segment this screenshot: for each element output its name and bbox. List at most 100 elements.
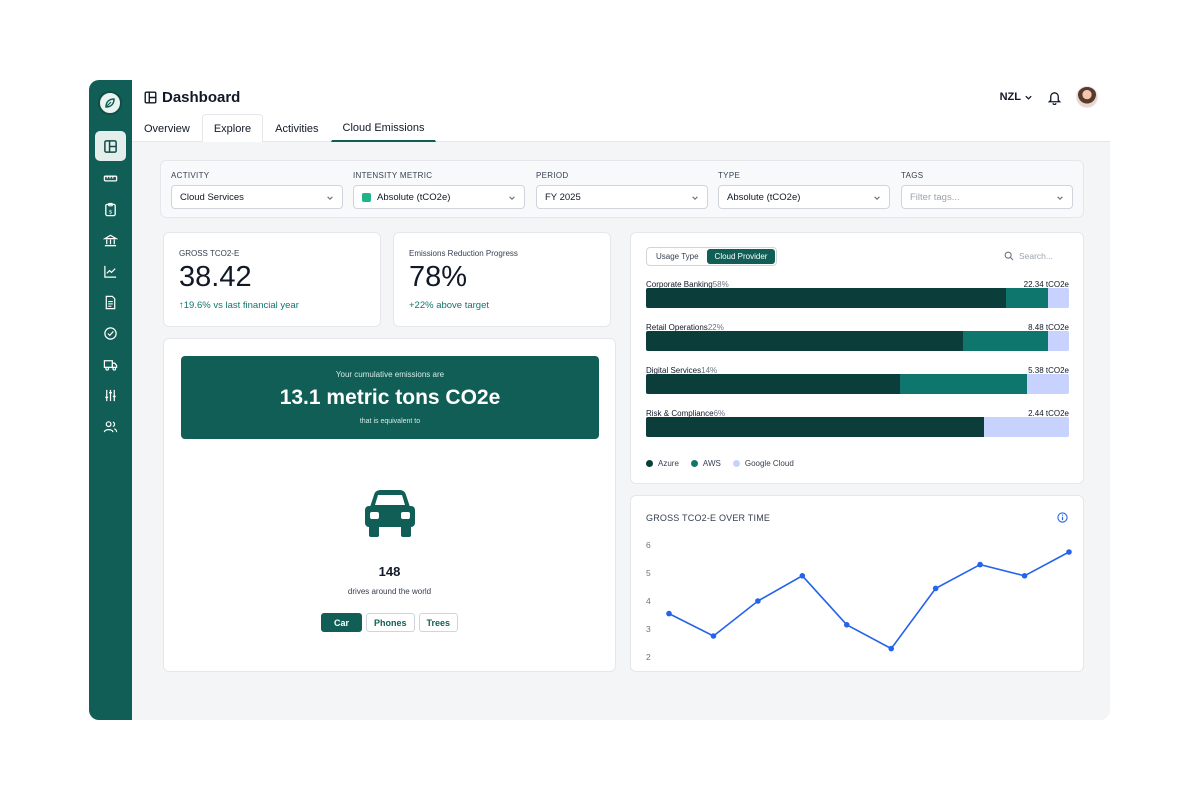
type-select[interactable]: Absolute (tCO2e) [718,185,890,209]
cumulative-banner: Your cumulative emissions are 13.1 metri… [181,356,599,439]
equivalent-type-buttons: Car Phones Trees [164,613,615,632]
azure-segment[interactable] [646,374,900,394]
stacked-bar[interactable] [646,417,1069,437]
azure-segment[interactable] [646,331,964,351]
data-point[interactable] [977,561,983,568]
tags-input-placeholder: Filter tags... [910,191,960,203]
trees-button[interactable]: Trees [418,613,459,632]
tab-explore[interactable]: Explore [201,114,264,142]
data-point[interactable] [932,585,939,592]
aws-segment[interactable] [1005,288,1048,308]
sidebar-item-dashboard[interactable] [95,131,126,161]
car-button[interactable]: Car [320,613,362,632]
sidebar: $ [89,80,132,720]
tags-filter: TAGS Filter tags... [901,171,1073,209]
sidebar-item-measure[interactable] [95,163,126,193]
app-window: $ Dashboard Overview Explore Activities … [89,80,1110,720]
data-point[interactable] [1021,573,1028,579]
chevron-down-icon [874,196,880,200]
cumulative-emissions-card: Your cumulative emissions are 13.1 metri… [163,338,616,672]
data-point[interactable] [888,645,895,652]
avatar[interactable] [1076,86,1098,108]
page-title-text: Dashboard [162,89,241,106]
sidebar-item-documents[interactable] [95,287,126,317]
equivalent-label: drives around the world [347,587,432,596]
period-filter: PERIOD FY 2025 [536,171,708,209]
data-point[interactable] [799,573,806,579]
chevron-down-icon [1057,196,1063,200]
data-point[interactable] [755,598,761,604]
bank-icon [103,234,118,246]
reduction-progress-label: Emissions Reduction Progress [409,249,518,258]
aws-segment[interactable] [963,331,1048,351]
activity-select[interactable]: Cloud Services [171,185,343,209]
type-select-value: Absolute (tCO2e) [727,191,801,203]
car-icon [365,490,415,537]
sidebar-item-logistics[interactable] [95,349,126,379]
cumulative-intro: Your cumulative emissions are [335,370,445,379]
layout-icon [104,139,117,153]
type-filter: TYPE Absolute (tCO2e) [718,171,890,209]
chart-icon [104,265,117,278]
google-cloud-segment[interactable] [1047,331,1069,351]
cloud-provider-toggle[interactable]: Cloud Provider [706,249,776,264]
breakdown-legend: Azure AWS Google Cloud [646,459,794,468]
equivalent-text: that is equivalent to [359,418,421,425]
y-tick-label: 3 [646,624,651,634]
intensity-select-value: Absolute (tCO2e) [377,191,451,203]
tab-cloud-emissions[interactable]: Cloud Emissions [330,114,437,142]
equivalent-count: 148 [378,564,401,579]
sidebar-item-finance[interactable] [95,225,126,255]
legend-aws[interactable]: AWS [690,459,721,468]
sidebar-item-analytics[interactable] [95,256,126,286]
google-cloud-segment[interactable] [1026,374,1069,394]
breakdown-search-placeholder: Search... [1018,251,1053,261]
leaf-logo-icon[interactable] [98,91,122,115]
period-select[interactable]: FY 2025 [536,185,708,209]
intensity-filter: INTENSITY METRIC Absolute (tCO2e) [353,171,525,209]
region-label: NZL [999,91,1021,103]
region-selector[interactable]: NZL [1000,91,1033,103]
data-point[interactable] [710,633,717,639]
stacked-bar[interactable] [646,288,1069,308]
azure-segment[interactable] [646,288,1006,308]
period-select-value: FY 2025 [545,191,581,203]
emissions-over-time-card: GROSS TCO2-E OVER TIME 65432 [630,495,1084,672]
sidebar-item-settings[interactable] [95,380,126,410]
y-tick-label: 6 [646,540,651,550]
breakdown-search[interactable]: Search... [1004,251,1053,261]
sidebar-item-reports[interactable]: $ [95,194,126,224]
ruler-icon [103,175,118,181]
top-right-controls: NZL [1000,86,1098,108]
activity-filter-label: ACTIVITY [171,171,210,180]
bell-icon[interactable] [1047,90,1062,105]
gross-emissions-card: GROSS TCO2-E 38.42 ↑19.6% vs last financ… [163,232,381,327]
period-filter-label: PERIOD [536,171,569,180]
aws-segment[interactable] [899,374,1027,394]
intensity-select[interactable]: Absolute (tCO2e) [353,185,525,209]
sidebar-item-tasks[interactable] [95,318,126,348]
tab-activities[interactable]: Activities [263,114,330,142]
tags-input[interactable]: Filter tags... [901,185,1073,209]
check-circle-icon [104,326,117,340]
data-point[interactable] [843,622,850,628]
usage-type-toggle[interactable]: Usage Type [648,249,707,264]
google-cloud-segment[interactable] [1047,288,1069,308]
sidebar-item-team[interactable] [95,411,126,441]
azure-segment[interactable] [646,417,985,437]
filter-bar: ACTIVITY Cloud Services INTENSITY METRIC… [160,160,1084,218]
stacked-bar[interactable] [646,374,1069,394]
tab-overview[interactable]: Overview [132,114,202,142]
google-cloud-segment[interactable] [984,417,1069,437]
data-point[interactable] [666,610,672,617]
activity-select-value: Cloud Services [180,191,244,203]
stacked-bar[interactable] [646,331,1069,351]
legend-google-cloud[interactable]: Google Cloud [732,459,794,468]
legend-dot [690,460,698,467]
legend-label: Google Cloud [744,459,794,468]
phones-button[interactable]: Phones [365,613,415,632]
legend-label: AWS [702,459,721,468]
data-point[interactable] [1066,549,1072,555]
legend-azure[interactable]: Azure [646,459,679,468]
sliders-icon [105,389,116,401]
